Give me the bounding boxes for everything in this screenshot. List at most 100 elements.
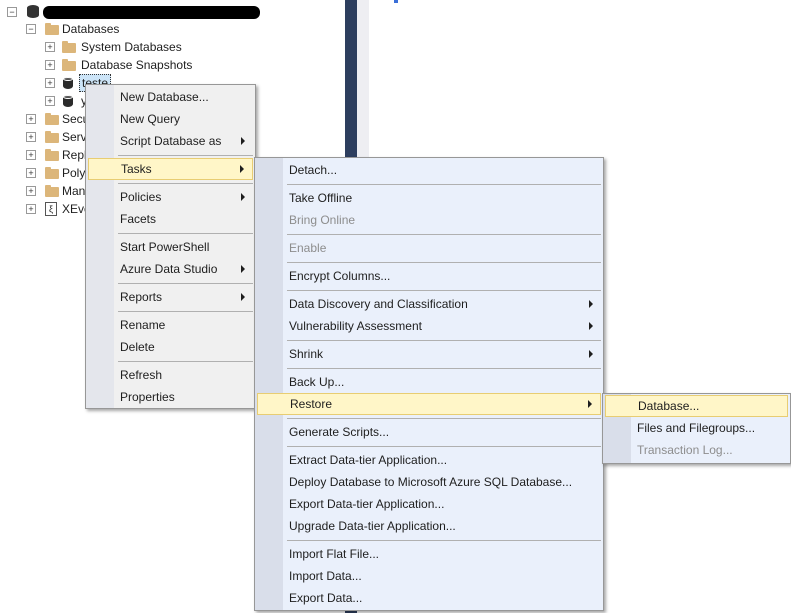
menu-separator (118, 155, 253, 156)
menu-separator (287, 234, 601, 235)
menu-item-label: Reports (120, 290, 163, 304)
submenu-arrow-icon (241, 293, 245, 301)
menu-item-label: Policies (120, 190, 162, 204)
menu-item-reports[interactable]: Reports (88, 286, 253, 308)
menu-item-start-powershell[interactable]: Start PowerShell (88, 236, 253, 258)
menu-separator (287, 368, 601, 369)
menu-item-extract-data-tier[interactable]: Extract Data-tier Application... (257, 449, 601, 471)
database-context-menu: New Database... New Query Script Databas… (85, 84, 256, 409)
submenu-arrow-icon (588, 400, 592, 408)
folder-icon (45, 131, 59, 143)
restore-submenu: Database... Files and Filegroups... Tran… (602, 393, 791, 464)
menu-item-generate-scripts[interactable]: Generate Scripts... (257, 421, 601, 443)
expand-icon[interactable]: + (26, 204, 36, 214)
menu-item-bring-online: Bring Online (289, 213, 356, 227)
menu-item-new-query[interactable]: New Query (88, 108, 253, 130)
folder-icon (45, 23, 59, 35)
tree-item-system-databases[interactable]: + System Databases (43, 38, 243, 56)
menu-item-delete[interactable]: Delete (88, 336, 253, 358)
submenu-arrow-icon (589, 300, 593, 308)
menu-item-label: Azure Data Studio (120, 262, 218, 276)
tasks-submenu: Detach... Take Offline Bring Online Enab… (254, 157, 604, 611)
tree-item-databases[interactable]: − Databases (24, 20, 224, 38)
submenu-arrow-icon (589, 350, 593, 358)
expand-icon[interactable]: + (45, 78, 55, 88)
folder-icon (45, 185, 59, 197)
folder-icon (62, 59, 76, 71)
menu-item-facets[interactable]: Facets (88, 208, 253, 230)
expand-icon[interactable]: + (45, 96, 55, 106)
menu-item-shrink[interactable]: Shrink (257, 343, 601, 365)
editor-margin (357, 0, 369, 160)
submenu-arrow-icon (241, 193, 245, 201)
database-icon (63, 77, 73, 89)
expand-icon[interactable]: + (26, 150, 36, 160)
menu-item-encrypt-columns[interactable]: Encrypt Columns... (257, 265, 601, 287)
collapse-icon[interactable]: − (26, 24, 36, 34)
menu-separator (287, 290, 601, 291)
menu-item-rename[interactable]: Rename (88, 314, 253, 336)
expand-icon[interactable]: + (45, 60, 55, 70)
expand-icon[interactable]: + (26, 168, 36, 178)
menu-item-label: Tasks (121, 162, 152, 176)
expand-icon[interactable]: + (26, 132, 36, 142)
server-icon (27, 5, 39, 18)
menu-item-export-data-tier[interactable]: Export Data-tier Application... (257, 493, 601, 515)
menu-separator (287, 340, 601, 341)
submenu-arrow-icon (589, 322, 593, 330)
menu-separator (118, 233, 253, 234)
menu-separator (287, 184, 601, 185)
tree-item-label: Poly (62, 166, 86, 180)
expand-icon[interactable]: + (45, 42, 55, 52)
menu-separator (287, 262, 601, 263)
menu-item-script-database-as[interactable]: Script Database as (88, 130, 253, 152)
menu-item-back-up[interactable]: Back Up... (257, 371, 601, 393)
submenu-arrow-icon (240, 165, 244, 173)
menu-separator (287, 418, 601, 419)
menu-separator (287, 446, 601, 447)
menu-separator (118, 283, 253, 284)
menu-item-import-flat-file[interactable]: Import Flat File... (257, 543, 601, 565)
menu-item-label: Vulnerability Assessment (289, 319, 422, 333)
menu-item-tasks[interactable]: Tasks (88, 158, 253, 180)
menu-item-label: Data Discovery and Classification (289, 297, 468, 311)
menu-item-refresh[interactable]: Refresh (88, 364, 253, 386)
menu-item-import-data[interactable]: Import Data... (257, 565, 601, 587)
tree-item-label: System Databases (81, 40, 182, 54)
collapse-icon[interactable]: − (7, 7, 17, 17)
cursor-mark (394, 0, 398, 3)
menu-separator (287, 540, 601, 541)
menu-item-label: Restore (290, 397, 333, 411)
menu-item-label: Shrink (289, 347, 324, 361)
folder-icon (45, 149, 59, 161)
menu-item-restore-files-and-filegroups[interactable]: Files and Filegroups... (605, 417, 788, 439)
menu-item-policies[interactable]: Policies (88, 186, 253, 208)
database-icon (63, 95, 73, 107)
menu-item-upgrade-data-tier[interactable]: Upgrade Data-tier Application... (257, 515, 601, 537)
menu-item-properties[interactable]: Properties (88, 386, 253, 408)
menu-separator (118, 311, 253, 312)
xevent-icon: ξ (45, 202, 57, 216)
menu-item-take-offline[interactable]: Take Offline (257, 187, 601, 209)
tree-item-label: Serv (62, 130, 87, 144)
menu-item-data-discovery[interactable]: Data Discovery and Classification (257, 293, 601, 315)
tree-item-label: Man (62, 184, 86, 198)
menu-item-export-data[interactable]: Export Data... (257, 587, 601, 609)
server-node[interactable]: − (5, 3, 265, 21)
menu-item-restore[interactable]: Restore (257, 393, 601, 415)
tree-item-database-snapshots[interactable]: + Database Snapshots (43, 56, 243, 74)
menu-item-detach[interactable]: Detach... (257, 159, 601, 181)
expand-icon[interactable]: + (26, 114, 36, 124)
menu-item-enable: Enable (289, 241, 327, 255)
menu-item-new-database[interactable]: New Database... (88, 86, 253, 108)
menu-item-deploy-to-azure[interactable]: Deploy Database to Microsoft Azure SQL D… (257, 471, 601, 493)
menu-item-vulnerability-assessment[interactable]: Vulnerability Assessment (257, 315, 601, 337)
submenu-arrow-icon (241, 265, 245, 273)
menu-item-azure-data-studio[interactable]: Azure Data Studio (88, 258, 253, 280)
menu-item-restore-database[interactable]: Database... (605, 395, 788, 417)
tree-item-label: Database Snapshots (81, 58, 193, 72)
expand-icon[interactable]: + (26, 186, 36, 196)
folder-icon (45, 113, 59, 125)
submenu-arrow-icon (241, 137, 245, 145)
tree-item-label: Repl (62, 148, 87, 162)
